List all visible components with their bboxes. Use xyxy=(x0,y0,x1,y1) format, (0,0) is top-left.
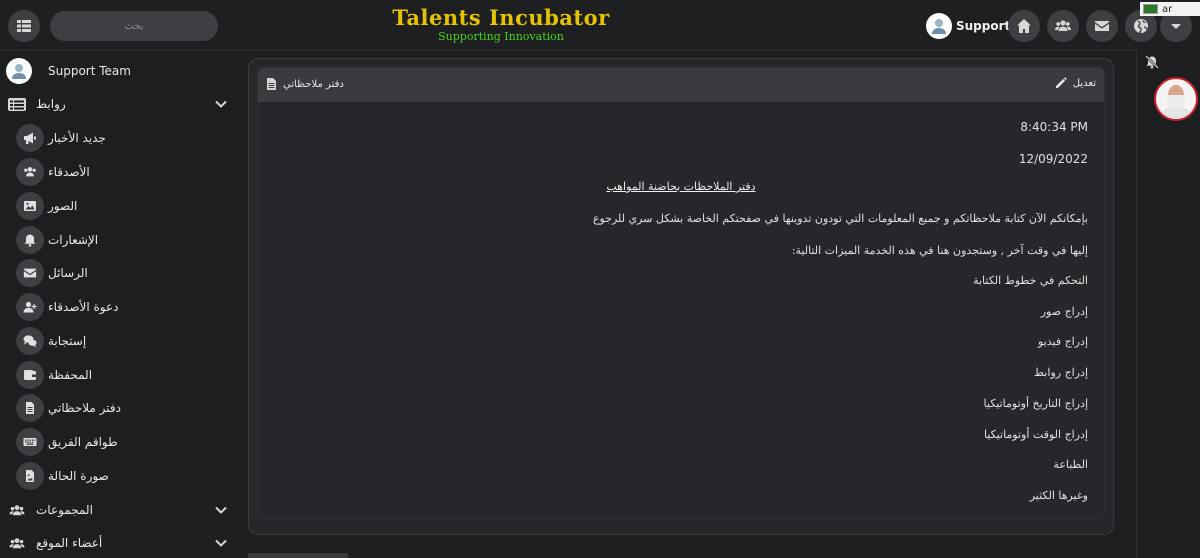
grid-icon xyxy=(17,20,31,32)
edit-button[interactable]: تعديل xyxy=(1055,77,1096,89)
list-icon xyxy=(6,95,28,113)
edit-label: تعديل xyxy=(1072,77,1096,89)
horizontal-scrollbar[interactable] xyxy=(248,553,348,558)
image-icon xyxy=(16,192,44,220)
sidebar-section-label: أعضاء الموقع xyxy=(36,536,103,550)
sidebar-profile-name: Support Team xyxy=(48,64,131,78)
friends-button[interactable] xyxy=(1047,10,1079,42)
megaphone-icon xyxy=(16,124,44,152)
sidebar-item-label: الأصدقاء xyxy=(48,165,90,179)
sidebar-item-label: جديد الأخبار xyxy=(48,131,106,145)
search-input[interactable] xyxy=(50,11,218,41)
sidebar-item-status-image[interactable]: صورة الحالة xyxy=(16,461,109,491)
note-time: 8:40:34 PM xyxy=(1020,120,1088,134)
language-code: ar xyxy=(1162,3,1173,15)
home-button[interactable] xyxy=(1008,10,1040,42)
sidebar-item-label: دعوة الأصدقاء xyxy=(48,300,119,314)
pencil-icon xyxy=(1055,77,1067,88)
sidebar-item-wallet[interactable]: المحفظة xyxy=(16,360,92,390)
user-avatar-icon xyxy=(12,64,26,79)
sidebar-item-label: صورة الحالة xyxy=(48,469,109,483)
user-plus-icon xyxy=(16,293,44,321)
avatar-body xyxy=(1160,107,1192,119)
status-image-icon xyxy=(16,462,44,490)
users-icon xyxy=(1055,20,1071,31)
sidebar-profile[interactable]: Support Team xyxy=(6,58,131,84)
wallet-icon xyxy=(16,361,44,389)
sidebar-section-label: روابط xyxy=(36,97,66,111)
feature-item: إدراج فيديو xyxy=(1037,335,1088,348)
sidebar-item-feedback[interactable]: إستجابة xyxy=(16,326,86,356)
chevron-down-icon[interactable] xyxy=(214,535,228,549)
friends-icon xyxy=(16,158,44,186)
top-bar: Talents Incubator Supporting Innovation … xyxy=(0,0,1200,51)
sidebar-item-messages[interactable]: الرسائل xyxy=(16,258,88,288)
keyboard-icon xyxy=(16,428,44,456)
feature-item: إدراج روابط xyxy=(1033,366,1088,379)
sidebar-item-my-notebook[interactable]: دفتر ملاحظاتي xyxy=(16,393,121,423)
comments-icon xyxy=(16,327,44,355)
users-icon xyxy=(6,501,28,519)
sidebar-item-friends[interactable]: الأصدقاء xyxy=(16,157,90,187)
caret-down-icon xyxy=(1171,24,1181,29)
feature-item: إدراج التاريخ أوتوماتيكيا xyxy=(983,397,1088,410)
sidebar-section-links[interactable]: روابط xyxy=(6,93,228,115)
sidebar-item-label: الإشعارات xyxy=(48,233,99,247)
user-avatar-icon xyxy=(932,19,946,34)
apps-grid-button[interactable] xyxy=(8,10,40,42)
notebook-header: دفتر ملاحظاتي تعديل xyxy=(258,68,1104,102)
note-title: دفتر الملاحظات بحاضنة المواهب xyxy=(606,180,756,193)
sidebar-item-label: المحفظة xyxy=(48,368,93,382)
online-user-avatar[interactable] xyxy=(1154,77,1198,121)
feature-item: إدراج الوقت أوتوماتيكيا xyxy=(983,428,1088,441)
sidebar-item-team-crews[interactable]: طواقم الفريق xyxy=(16,427,118,457)
profile-button[interactable]: Support xyxy=(926,12,1010,40)
sidebar-item-label: الصور xyxy=(48,199,78,213)
sidebar-item-invite-friends[interactable]: دعوة الأصدقاء xyxy=(16,292,119,322)
sidebar-item-news-feed[interactable]: جديد الأخبار xyxy=(16,123,106,153)
sidebar-item-label: دفتر ملاحظاتي xyxy=(48,401,121,415)
notebook-title: دفتر ملاحظاتي xyxy=(266,78,344,90)
sidebar-item-notifications[interactable]: الإشعارات xyxy=(16,225,98,255)
sidebar-item-label: طواقم الفريق xyxy=(48,435,118,449)
language-indicator[interactable]: ar xyxy=(1140,2,1200,16)
messages-button[interactable] xyxy=(1086,10,1118,42)
notebook-card: دفتر ملاحظاتي تعديل 8:40:34 PM 12/09/202… xyxy=(248,58,1114,535)
globe-icon xyxy=(1134,19,1148,34)
note-paragraph: إليها في وقت آخر , وستجدون هنا في هذه ال… xyxy=(791,244,1088,257)
chevron-down-icon[interactable] xyxy=(214,502,228,516)
sidebar-item-label: إستجابة xyxy=(48,334,87,348)
note-date: 12/09/2022 xyxy=(1018,152,1088,166)
sidebar-item-photos[interactable]: الصور xyxy=(16,191,77,221)
sidebar-item-label: الرسائل xyxy=(48,266,88,280)
bell-icon xyxy=(16,226,44,254)
feature-item: وغيرها الكثير xyxy=(1029,489,1088,502)
sidebar-section-label: المجموعات xyxy=(36,503,93,517)
avatar xyxy=(926,13,952,39)
feature-item: إدراج صور xyxy=(1040,305,1088,318)
home-icon xyxy=(1017,19,1031,33)
bell-slash-icon[interactable] xyxy=(1145,54,1159,69)
brand-subtitle: Supporting Innovation xyxy=(438,30,564,43)
users-icon xyxy=(6,534,28,552)
flag-icon xyxy=(1143,4,1158,14)
note-paragraph: بإمكانكم الآن كتابة ملاحظاتكم و جميع الم… xyxy=(592,212,1088,225)
envelope-icon xyxy=(1095,21,1109,31)
notebook-panel: دفتر ملاحظاتي تعديل 8:40:34 PM 12/09/202… xyxy=(257,67,1105,519)
feature-item: الطباعة xyxy=(1053,458,1088,471)
profile-name: Support xyxy=(956,19,1011,33)
brand-title[interactable]: Talents Incubator xyxy=(388,5,614,30)
chat-panel xyxy=(1136,50,1200,558)
notebook-title-text: دفتر ملاحظاتي xyxy=(283,78,344,90)
feature-item: التحكم في خطوط الكتابة xyxy=(973,274,1088,287)
document-icon xyxy=(267,78,276,90)
avatar xyxy=(6,58,32,84)
sidebar: Support Team روابط جديد الأخبار الأصدقاء… xyxy=(0,52,240,558)
document-icon xyxy=(16,394,44,422)
sidebar-section-site-members[interactable]: أعضاء الموقع xyxy=(6,532,228,554)
envelope-icon xyxy=(16,259,44,287)
chevron-down-icon[interactable] xyxy=(214,96,228,110)
sidebar-section-groups[interactable]: المجموعات xyxy=(6,499,228,521)
